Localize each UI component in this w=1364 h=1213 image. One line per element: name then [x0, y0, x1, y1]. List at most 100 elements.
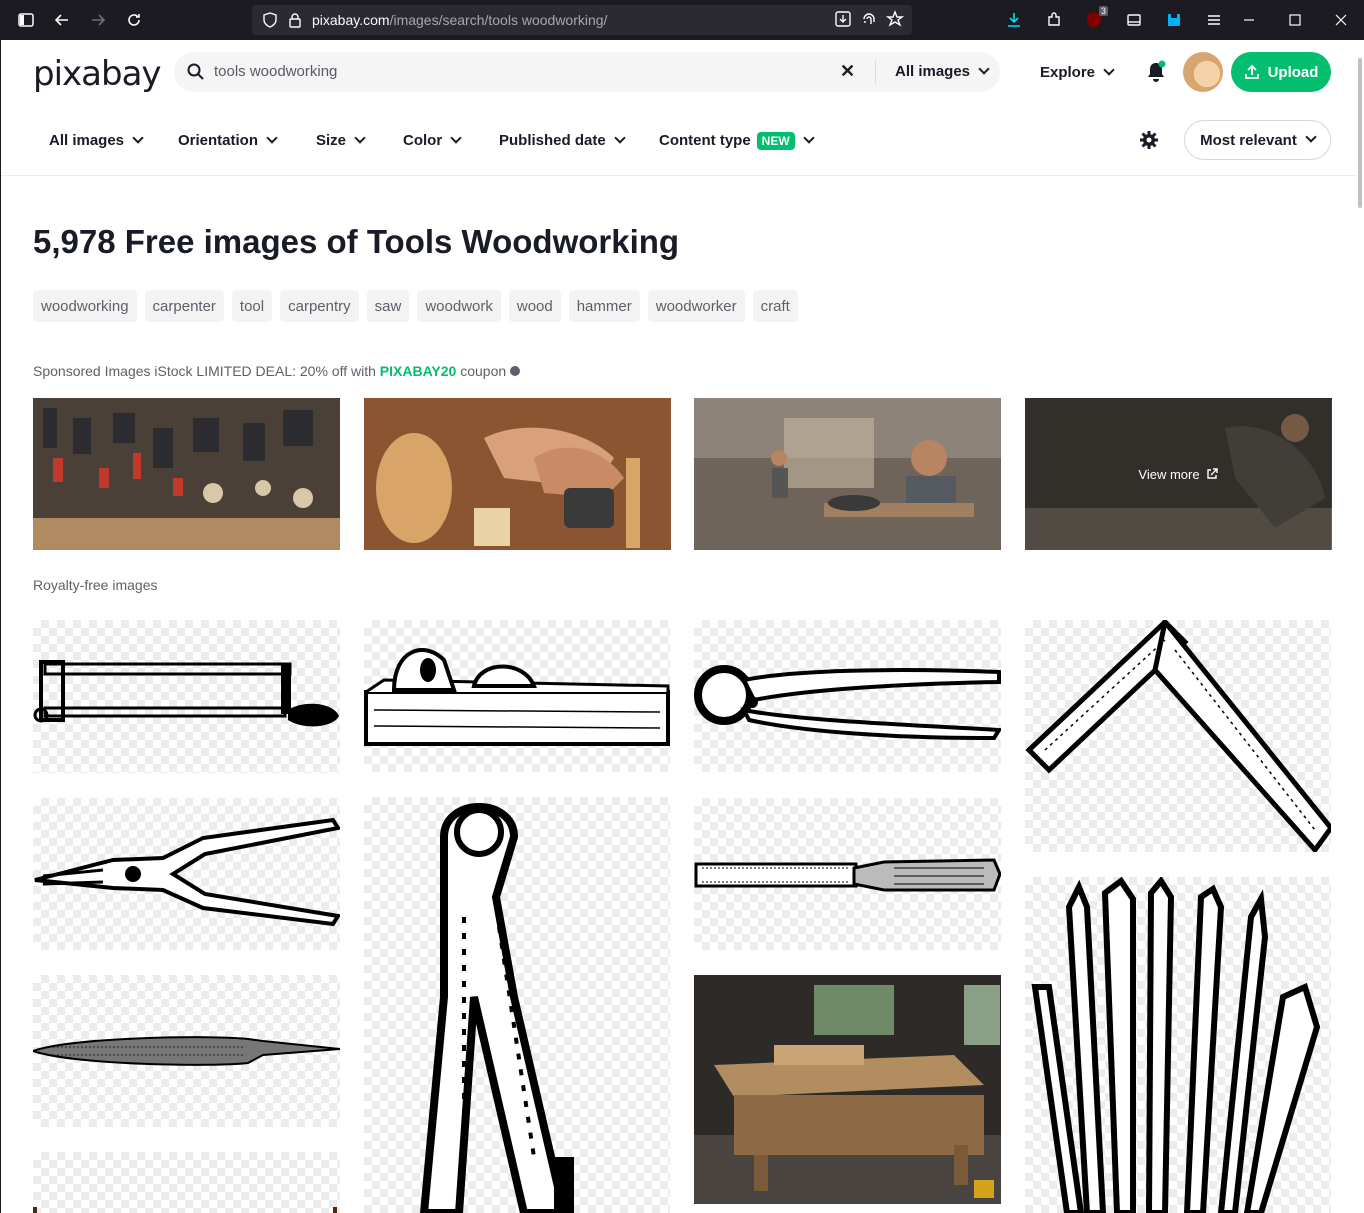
tag-chip[interactable]: craft [752, 290, 798, 322]
chevron-down-icon [450, 132, 462, 144]
chevron-down-icon [1103, 64, 1115, 76]
filter-all-images[interactable]: All images [49, 132, 144, 149]
tag-chip[interactable]: woodworking [33, 290, 137, 322]
result-image-file[interactable] [33, 975, 340, 1127]
view-more-label: View more [1138, 466, 1200, 482]
lock-icon[interactable] [288, 12, 302, 28]
forward-arrow-icon[interactable] [80, 4, 116, 36]
result-image-workbench[interactable] [694, 975, 1001, 1204]
star-icon[interactable] [886, 10, 904, 28]
filter-label: Size [316, 132, 347, 149]
shield-icon[interactable] [262, 12, 278, 28]
page-scrollbar[interactable] [1356, 40, 1364, 1213]
tag-chip[interactable]: wood [508, 290, 561, 322]
screenshot-icon[interactable] [834, 10, 852, 28]
chevron-down-icon [354, 132, 366, 144]
chevron-down-icon [132, 132, 144, 144]
ublock-icon[interactable]: 3 [1076, 4, 1112, 36]
page-content: pixabay tools woodworking ✕ All images E… [1, 40, 1356, 1213]
reload-icon[interactable] [116, 4, 152, 36]
downloads-icon[interactable] [996, 4, 1032, 36]
sidebar-toggle-icon[interactable] [8, 4, 44, 36]
search-icon[interactable] [186, 62, 206, 82]
browser-toolbar: pixabay.com/images/search/tools woodwork… [0, 0, 1364, 40]
site-header: pixabay tools woodworking ✕ All images E… [1, 40, 1356, 106]
result-image-nippers[interactable] [694, 620, 1001, 772]
related-tags: woodworking carpenter tool carpentry saw… [33, 290, 798, 322]
filter-bar: All images Orientation Size Color Publis… [1, 120, 1356, 176]
result-image-hacksaw[interactable] [33, 620, 340, 773]
scrollbar-thumb[interactable] [1358, 58, 1362, 208]
tag-chip[interactable]: carpenter [144, 290, 224, 322]
sponsored-view-more[interactable]: View more [1025, 398, 1332, 550]
sponsored-image[interactable] [364, 398, 671, 550]
url-host: pixabay.com [312, 12, 390, 28]
close-window-icon[interactable] [1318, 0, 1364, 40]
site-logo[interactable]: pixabay [33, 54, 162, 94]
tag-chip[interactable]: hammer [568, 290, 640, 322]
upload-icon [1244, 64, 1259, 79]
sort-label: Most relevant [1200, 131, 1297, 149]
sponsored-image[interactable] [33, 398, 340, 550]
sponsored-notice: Sponsored Images iStock LIMITED DEAL: 20… [33, 363, 521, 379]
sponsored-image[interactable] [694, 398, 1001, 550]
info-icon[interactable] [510, 366, 521, 376]
back-arrow-icon[interactable] [44, 4, 80, 36]
sort-dropdown[interactable]: Most relevant [1184, 120, 1331, 160]
explore-menu[interactable]: Explore [1040, 64, 1115, 81]
extension-badge: 3 [1098, 6, 1108, 16]
upload-button[interactable]: Upload [1231, 52, 1331, 92]
address-bar[interactable]: pixabay.com/images/search/tools woodwork… [252, 5, 912, 35]
close-icon[interactable]: ✕ [840, 61, 855, 82]
search-bar[interactable]: tools woodworking ✕ All images [174, 52, 1000, 92]
filter-label: Color [403, 132, 443, 149]
tag-chip[interactable]: saw [366, 290, 410, 322]
search-input[interactable]: tools woodworking [214, 63, 337, 80]
external-link-icon [1206, 468, 1218, 479]
search-scope-label: All images [895, 63, 971, 80]
tag-chip[interactable]: woodworker [647, 290, 745, 322]
tag-chip[interactable]: tool [231, 290, 273, 322]
filter-label: All images [49, 132, 125, 149]
result-image-hand-plane[interactable] [364, 620, 670, 772]
explore-label: Explore [1040, 64, 1096, 81]
filter-label: Content type [659, 132, 751, 149]
filter-orientation[interactable]: Orientation [178, 132, 278, 149]
save-icon[interactable] [1156, 4, 1192, 36]
filter-color[interactable]: Color [403, 132, 462, 149]
result-image-drill-bits[interactable] [1025, 877, 1331, 1213]
result-image-pliers[interactable] [33, 798, 340, 950]
result-image-partial[interactable] [33, 1152, 340, 1213]
bell-icon[interactable] [1145, 60, 1167, 84]
chevron-down-icon [614, 132, 626, 144]
filter-content-type[interactable]: Content type NEW [659, 132, 815, 150]
avatar[interactable] [1183, 52, 1223, 92]
filter-size[interactable]: Size [316, 132, 366, 149]
sponsored-suffix: coupon [460, 363, 507, 379]
chevron-down-icon [1305, 131, 1317, 143]
filter-label: Published date [499, 132, 606, 149]
fingerprint-icon[interactable] [860, 10, 878, 28]
new-badge: NEW [756, 132, 795, 150]
result-image-chisel[interactable] [694, 798, 1001, 950]
maximize-icon[interactable] [1272, 0, 1318, 40]
chevron-down-icon [803, 132, 815, 144]
search-divider [875, 60, 876, 84]
upload-label: Upload [1267, 63, 1319, 81]
view-more-overlay[interactable]: View more [1025, 398, 1331, 550]
tag-chip[interactable]: carpentry [280, 290, 359, 322]
result-image-pincers[interactable] [364, 797, 670, 1213]
tag-chip[interactable]: woodwork [417, 290, 501, 322]
filter-label: Orientation [178, 132, 259, 149]
url-path: /images/search/tools woodworking/ [389, 12, 608, 28]
royalty-free-heading: Royalty-free images [33, 577, 158, 593]
gear-icon[interactable] [1139, 130, 1159, 150]
search-scope-dropdown[interactable]: All images [895, 63, 990, 80]
filter-published-date[interactable]: Published date [499, 132, 626, 149]
coupon-code: PIXABAY20 [379, 363, 457, 379]
result-image-try-square[interactable] [1025, 620, 1331, 852]
extensions-icon[interactable] [1036, 4, 1072, 36]
reader-view-icon[interactable] [1116, 4, 1152, 36]
page-title: 5,978 Free images of Tools Woodworking [33, 223, 680, 260]
minimize-icon[interactable] [1226, 0, 1272, 40]
